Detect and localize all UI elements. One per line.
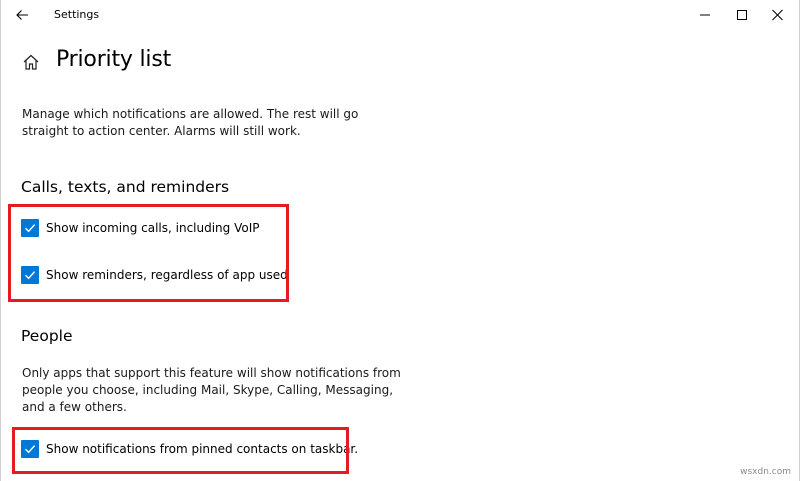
close-icon <box>772 9 783 21</box>
people-description: Only apps that support this feature will… <box>22 366 401 414</box>
close-button[interactable] <box>759 0 795 30</box>
home-icon <box>23 54 39 70</box>
page-description: Manage which notifications are allowed. … <box>22 107 359 138</box>
app-title: Settings <box>54 8 100 21</box>
watermark: wsxdn.com <box>740 467 791 477</box>
minimize-icon <box>700 14 710 16</box>
maximize-icon <box>737 10 747 20</box>
minimize-button[interactable] <box>687 0 723 30</box>
highlight-box <box>12 427 349 474</box>
title-bar: Settings <box>1 0 799 30</box>
home-button[interactable] <box>21 52 41 72</box>
page-title: Priority list <box>56 47 172 72</box>
highlight-box <box>8 204 289 302</box>
settings-window: Settings Priority list Manage which noti… <box>0 0 800 481</box>
section-heading-calls: Calls, texts, and reminders <box>21 178 230 196</box>
back-button[interactable] <box>7 0 39 30</box>
section-heading-people: People <box>21 327 73 345</box>
maximize-button[interactable] <box>723 0 759 30</box>
back-arrow-icon <box>16 10 28 20</box>
